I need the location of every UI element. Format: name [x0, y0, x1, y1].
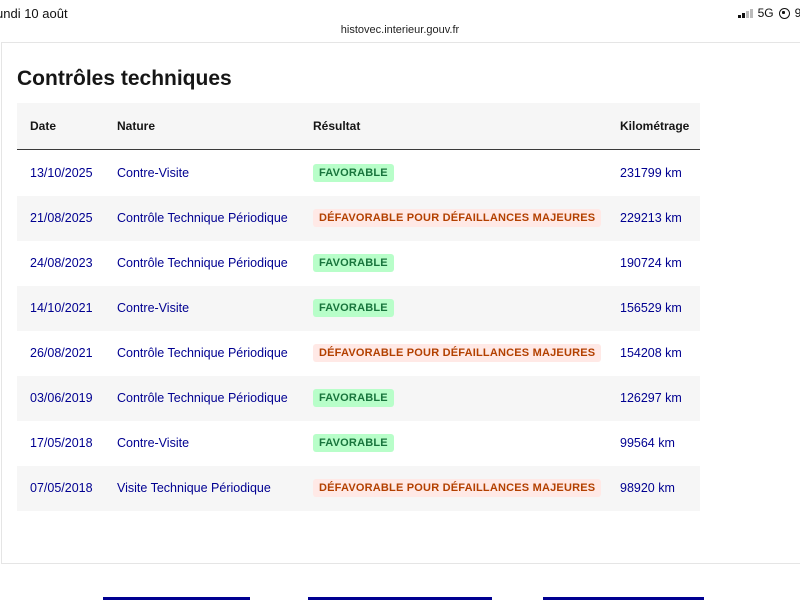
- page-content: Contrôles techniques Date Nature Résulta…: [1, 42, 800, 564]
- result-badge: FAVORABLE: [313, 389, 394, 407]
- cell-mileage: 231799 km: [620, 166, 682, 180]
- battery-level: 94: [794, 6, 800, 20]
- result-badge: DÉFAVORABLE POUR DÉFAILLANCES MAJEURES: [313, 209, 602, 227]
- result-badge: FAVORABLE: [313, 299, 394, 317]
- table-row: 24/08/2023 Contrôle Technique Périodique F…: [17, 241, 700, 286]
- table-row: 17/05/2018 Contre-Visite FAVORABLE 99564 km: [17, 421, 700, 466]
- status-bar: undi 10 août 5G 94: [0, 0, 800, 26]
- column-header-mileage: Kilométrage: [620, 119, 690, 133]
- cell-nature: Contrôle Technique Périodique: [117, 391, 288, 405]
- url-text: histovec.interieur.gouv.fr: [340, 24, 460, 36]
- cell-date: 17/05/2018: [30, 436, 93, 450]
- cell-nature: Contrôle Technique Périodique: [117, 346, 288, 360]
- cell-nature: Contrôle Technique Périodique: [117, 211, 288, 225]
- cell-date: 07/05/2018: [30, 481, 93, 495]
- result-badge: DÉFAVORABLE POUR DÉFAILLANCES MAJEURES: [313, 479, 602, 497]
- network-type: 5G: [757, 6, 774, 20]
- table-row: 21/08/2025 Contrôle Technique Périodique D…: [17, 196, 700, 241]
- orientation-lock-icon: [778, 7, 790, 19]
- cell-mileage: 98920 km: [620, 481, 675, 495]
- column-header-date: Date: [30, 119, 57, 133]
- cell-nature: Visite Technique Périodique: [117, 481, 271, 495]
- page-title: Contrôles techniques: [17, 67, 232, 90]
- result-badge: FAVORABLE: [313, 434, 394, 452]
- column-header-nature: Nature: [117, 119, 156, 133]
- cell-mileage: 229213 km: [620, 211, 682, 225]
- cell-nature: Contre-Visite: [117, 166, 190, 180]
- cell-mileage: 190724 km: [620, 256, 682, 270]
- cell-mileage: 156529 km: [620, 301, 682, 315]
- table-row: 07/05/2018 Visite Technique Périodique DÉF…: [17, 466, 700, 511]
- cell-date: 13/10/2025: [30, 166, 93, 180]
- column-header-result: Résultat: [313, 119, 361, 133]
- cell-mileage: 99564 km: [620, 436, 675, 450]
- result-badge: DÉFAVORABLE POUR DÉFAILLANCES MAJEURES: [313, 344, 602, 362]
- cell-date: 14/10/2021: [30, 301, 93, 315]
- cell-date: 03/06/2019: [30, 391, 93, 405]
- table-row: 03/06/2019 Contrôle Technique Périodique F…: [17, 376, 700, 421]
- status-date: undi 10 août: [0, 6, 68, 21]
- cell-nature: Contre-Visite: [117, 301, 190, 315]
- cell-date: 21/08/2025: [30, 211, 93, 225]
- cell-mileage: 154208 km: [620, 346, 682, 360]
- status-indicators: 5G 94: [738, 6, 800, 20]
- cell-date: 24/08/2023: [30, 256, 93, 270]
- bottom-buttons-area: [0, 565, 800, 600]
- cell-mileage: 126297 km: [620, 391, 682, 405]
- cell-date: 26/08/2021: [30, 346, 93, 360]
- result-badge: FAVORABLE: [313, 254, 394, 272]
- address-bar[interactable]: histovec.interieur.gouv.fr: [0, 24, 800, 36]
- table-row: 13/10/2025 Contre-Visite FAVORABLE 231799 k…: [17, 151, 700, 196]
- signal-strength-icon: [738, 8, 753, 18]
- table-header-row: Date Nature Résultat Kilométrage: [17, 103, 700, 150]
- cell-nature: Contrôle Technique Périodique: [117, 256, 288, 270]
- result-badge: FAVORABLE: [313, 164, 394, 182]
- cell-nature: Contre-Visite: [117, 436, 190, 450]
- table-row: 26/08/2021 Contrôle Technique Périodique D…: [17, 331, 700, 376]
- table-row: 14/10/2021 Contre-Visite FAVORABLE 156529 k…: [17, 286, 700, 331]
